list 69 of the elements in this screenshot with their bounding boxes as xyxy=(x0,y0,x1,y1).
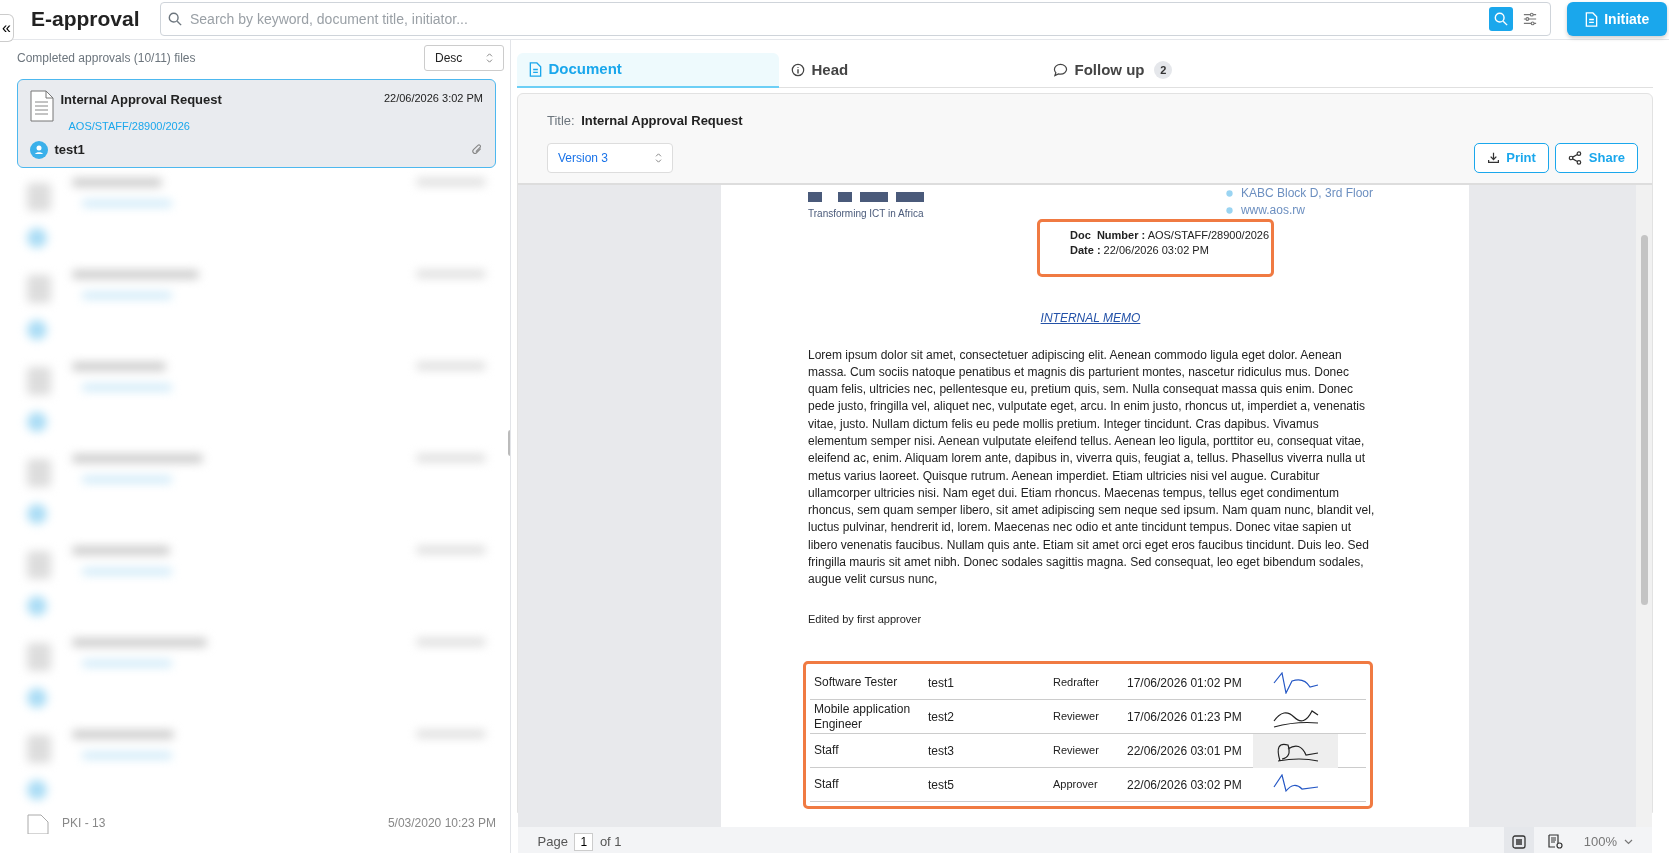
page-label: Page xyxy=(537,832,568,851)
pin-icon xyxy=(1225,205,1235,215)
address-line: KABC Block D, 3rd Floor xyxy=(1240,184,1373,202)
count-badge: 2 xyxy=(1154,61,1173,79)
collapse-sidebar-button[interactable]: « xyxy=(0,14,14,42)
info-icon xyxy=(791,63,805,77)
table-cell: Approver xyxy=(1053,778,1098,791)
approval-list-item[interactable]: Internal Approval Request 22/06/2026 3:02 PM AOS/STAFF/28900/2026 test1 xyxy=(17,79,496,168)
table-cell: test5 xyxy=(928,777,954,792)
table-cell: 22/06/2026 03:01 PM xyxy=(1127,743,1242,758)
zoom-select[interactable]: 100% xyxy=(1583,831,1633,852)
approval-date: 5/03/2020 10:23 PM xyxy=(387,815,496,832)
filter-sliders-icon[interactable] xyxy=(1523,12,1537,26)
approval-title: PKI - 13 xyxy=(62,815,106,832)
document-icon xyxy=(1584,11,1598,27)
address-line: www.aos.rw xyxy=(1240,201,1305,219)
table-cell: 17/06/2026 01:02 PM xyxy=(1127,675,1242,690)
file-icon xyxy=(27,814,49,834)
meta-field: Doc Number : AOS/STAFF/28900/2026 xyxy=(1070,228,1270,241)
pin-icon xyxy=(1225,188,1235,198)
version-select[interactable]: Version 3 xyxy=(547,142,673,173)
file-icon xyxy=(30,90,54,122)
table-cell: Staff xyxy=(814,777,839,792)
page-count: of 1 xyxy=(599,832,622,851)
search-icon xyxy=(167,12,182,26)
approval-title: Internal Approval Request xyxy=(60,91,222,109)
chat-bubble-icon xyxy=(1053,63,1068,77)
table-cell: Staff xyxy=(814,743,839,758)
table-cell: test3 xyxy=(928,743,954,758)
signature-drawing xyxy=(1272,671,1319,694)
table-cell: test1 xyxy=(928,675,954,690)
tab[interactable]: Follow up 2 xyxy=(1041,53,1303,88)
download-icon xyxy=(1486,151,1500,164)
page-view-icon xyxy=(1512,834,1527,849)
list-summary: Completed approvals (10/11) files xyxy=(17,50,196,67)
search-icon xyxy=(1494,12,1509,26)
approval-date: 22/06/2026 3:02 PM xyxy=(383,91,483,106)
memo-heading: INTERNAL MEMO xyxy=(1040,310,1141,325)
search-bar[interactable]: Search by keyword, document title, initiator... xyxy=(160,2,1551,36)
table-cell: 22/06/2026 03:02 PM xyxy=(1127,777,1242,792)
memo-body: Lorem ipsum dolor sit amet, consectetuer adipiscing elit. Aenean commodo ligula eget dolor. Aenean massa. Cum sociis natoque penatibus et magnis dis parturient montes, nascetur ridiculus mus. Donec quam felis, ultricies nec, pellentesque eu, pretium quis, sem. Nulla consequat massa quis enim. Donec pede justo, fringilla vel, aliquet nec, vulputate eget, arcu. In enim justo, rhoncus ut, imperdiet a, venenatis vitae, justo. Nullam dictum felis eu pede mollis pretium. Integer tincidunt. Cras dapibus. Vivamus elementum semper nisi. Aenean vulputate eleifend tellus. Aenean leo ligula, porttitor eu, consequat vitae, eleifend ac, enim. Aliquam lorem ante, dapibus in, viverra quis, feugiat a, tellus. Phasellus viverra nulla ut metus varius laoreet. Quisque rutrum. Aenean imperdiet. Etiam ultricies nisi vel augue. Curabitur ullamcorper ultricies nisi. Nam eget dui. Etiam rhoncus. Maecenas tempus, tellus eget condimentum rhoncus, sem quam semper libero, sit amet adipiscing sem neque sed ipsum. Nam quam nunc, blandit vel, luctus pulvinar, hendrerit id, lorem. Maecenas nec odio et ante tincidunt tempus. Donec vitae sapien ut libero venenatis faucibus. Nullam quis ante. Etiam sit amet orci eget eros faucibus tincidunt. Duis leo. Sed fringilla mauris sit amet nibh. Donec sodales sagittis magna. Sed consequat, leo eget bibendum sodales, augue velit cursus nunc, xyxy=(808,346,1376,589)
table-cell: test2 xyxy=(928,709,954,724)
tab[interactable]: Head xyxy=(779,53,1041,88)
sort-arrows-icon xyxy=(486,53,493,63)
table-cell: Reviewer xyxy=(1053,744,1099,757)
table-cell: 17/06/2026 01:23 PM xyxy=(1127,709,1242,724)
avatar-icon xyxy=(30,140,48,159)
meta-field: Date : 22/06/2026 03:02 PM xyxy=(1070,243,1209,256)
table-cell: Reviewer xyxy=(1053,710,1099,723)
edit-note: Edited by first approver xyxy=(808,611,923,627)
sort-select[interactable]: Desc xyxy=(424,45,504,71)
table-cell: Redrafter xyxy=(1053,676,1099,689)
reference-number: AOS/STAFF/28900/2026 xyxy=(68,119,190,132)
table-cell: Mobile application Engineer xyxy=(814,701,911,731)
scrollbar-thumb[interactable] xyxy=(1641,234,1648,605)
document-settings-icon xyxy=(1548,834,1564,849)
sort-arrows-icon xyxy=(655,152,662,163)
search-button[interactable] xyxy=(1489,7,1514,31)
title-label: Title: xyxy=(547,112,575,130)
app-title: E-approval xyxy=(31,7,140,31)
chevron-down-icon xyxy=(1623,838,1633,845)
view-mode-button[interactable] xyxy=(1504,826,1535,853)
page-number-field[interactable]: 1 xyxy=(574,832,594,851)
document-icon xyxy=(529,62,542,77)
document-title: Internal Approval Request xyxy=(581,112,743,130)
initiator-name: test1 xyxy=(54,141,85,159)
logo-tagline: Transforming ICT in Africa xyxy=(808,208,924,219)
table-cell: Software Tester xyxy=(814,675,898,690)
share-icon xyxy=(1568,150,1583,165)
